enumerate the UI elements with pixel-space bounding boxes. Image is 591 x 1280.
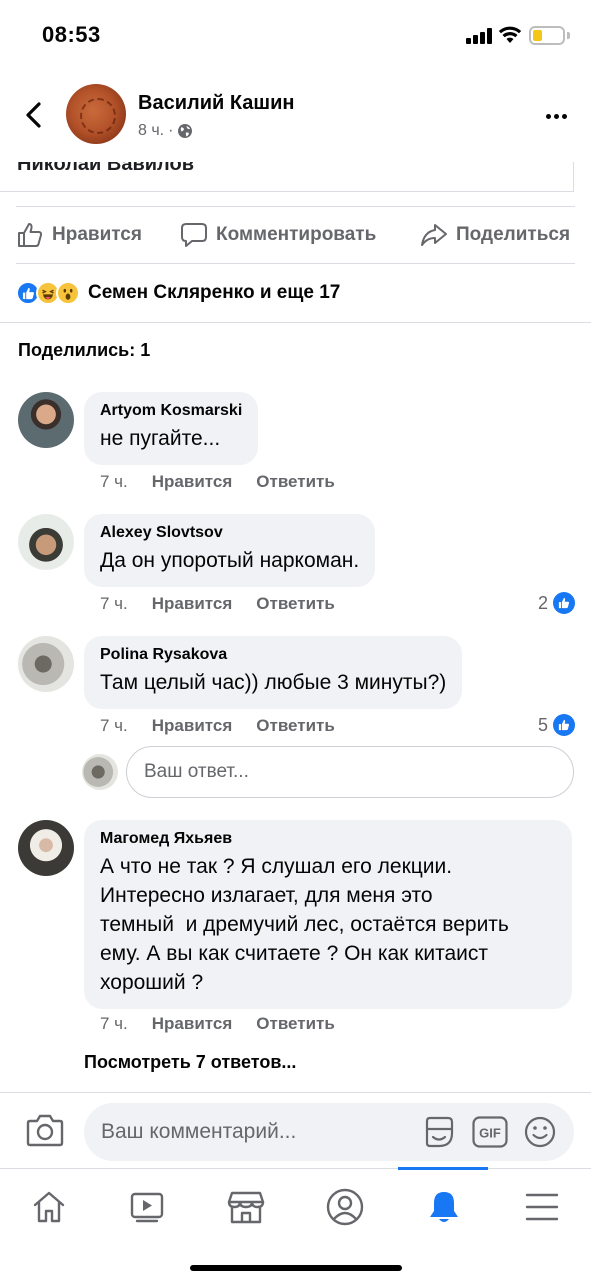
post-fragment[interactable]: Николай Вавилов [0, 162, 591, 194]
comment-reply-link[interactable]: Ответить [256, 716, 335, 736]
commenter-name[interactable]: Polina Rysakova [100, 646, 446, 664]
comment-like-link[interactable]: Нравится [152, 1014, 233, 1034]
share-icon [421, 224, 447, 246]
gif-label: GIF [479, 1126, 501, 1141]
emoji-icon[interactable] [524, 1116, 556, 1148]
comment-time: 7 ч. [100, 594, 128, 613]
nav-active-indicator [398, 1167, 488, 1170]
comment-text-line: ему. А вы как считаете ? Он как китаист [100, 942, 489, 965]
reply-avatar [82, 754, 118, 790]
comment-text: не пугайте... [100, 427, 221, 450]
comment-time: 7 ч. [100, 716, 128, 735]
comment-reply-link[interactable]: Ответить [256, 594, 335, 614]
share-button[interactable]: Поделиться [420, 220, 570, 250]
comment-text: Да он упоротый наркоман. [100, 549, 360, 572]
like-reaction-icon [553, 592, 575, 614]
commenter-name[interactable]: Магомед Яхьяев [100, 830, 556, 848]
comment-reactions[interactable]: 2 [538, 592, 575, 614]
home-icon[interactable] [29, 1187, 69, 1227]
wow-reaction-icon [56, 281, 80, 305]
battery-icon [529, 26, 565, 45]
camera-icon[interactable] [26, 1113, 64, 1147]
comment-reply-link[interactable]: Ответить [256, 1014, 335, 1034]
comment-bubble[interactable]: Магомед Яхьяев А что не так ? Я слушал е… [84, 820, 572, 1009]
battery-tip [567, 32, 570, 39]
author-name[interactable]: Василий Кашин [138, 92, 294, 115]
comment-bubble[interactable]: Artyom Kosmarski не пугайте... [84, 392, 259, 465]
status-bar: 08:53 [0, 0, 591, 70]
comment-time: 7 ч. [100, 472, 128, 491]
comment-button[interactable]: Комментировать [180, 220, 376, 250]
reactions-summary[interactable]: Семен Скляренко и еще 17 [16, 278, 340, 308]
comment-label: Комментировать [216, 224, 377, 245]
like-label: Нравится [52, 224, 142, 245]
comment-icon [181, 223, 207, 247]
bottom-nav [0, 1167, 591, 1280]
comment-bubble[interactable]: Polina Rysakova Там целый час)) любые 3 … [84, 636, 463, 709]
comment-like-count: 2 [537, 592, 548, 613]
post-header: Василий Кашин 8 ч. · [0, 70, 591, 162]
comment-like-link[interactable]: Нравится [152, 472, 233, 492]
comment-composer: Ваш комментарий... GIF [0, 1092, 591, 1168]
globe-icon [178, 124, 193, 138]
comment-like-count: 5 [537, 714, 548, 735]
commenter-name[interactable]: Artyom Kosmarski [100, 402, 242, 420]
comment-meta: 7 ч. Нравится Ответить [100, 472, 335, 492]
commenter-avatar[interactable] [18, 514, 74, 570]
meta-separator: · [168, 122, 174, 139]
menu-icon[interactable] [522, 1187, 562, 1227]
home-indicator [190, 1265, 402, 1271]
view-replies-link[interactable]: Посмотреть 7 ответов... [84, 1052, 296, 1073]
profile-icon[interactable] [325, 1187, 365, 1227]
more-options-button[interactable] [542, 102, 570, 130]
comment-text-line: темный и дремучий лес, остаётся верить [100, 913, 509, 936]
comment-meta: 7 ч. Нравится Ответить [100, 716, 335, 736]
comment-meta: 7 ч. Нравится Ответить [100, 594, 335, 614]
comment-reply-link[interactable]: Ответить [256, 472, 335, 492]
comment-reactions[interactable]: 5 [538, 714, 575, 736]
shares-count[interactable]: Поделились: 1 [18, 340, 150, 361]
notifications-icon[interactable] [424, 1187, 464, 1227]
like-reaction-icon [553, 714, 575, 736]
commenter-avatar[interactable] [18, 392, 74, 448]
comment-input[interactable]: Ваш комментарий... GIF [84, 1103, 574, 1161]
post-actions: Нравится Комментировать Поделиться [0, 206, 591, 264]
commenter-name[interactable]: Alexey Slovtsov [100, 524, 359, 542]
thumbs-up-icon [18, 223, 43, 247]
section-divider [0, 322, 591, 323]
comment-text-line: Интересно излагает, для меня это [100, 884, 433, 907]
comment-input-placeholder: Ваш комментарий... [101, 1120, 297, 1143]
sticker-icon[interactable] [422, 1115, 456, 1149]
comment-text-line: хороший ? [100, 971, 204, 994]
comment-text-line: А что не так ? Я слушал его лекции. [100, 855, 453, 878]
comment-bubble[interactable]: Alexey Slovtsov Да он упоротый наркоман. [84, 514, 376, 587]
marketplace-icon[interactable] [226, 1187, 266, 1227]
post-meta: 8 ч. · [138, 122, 193, 140]
comment-text: Там целый час)) любые 3 минуты?) [100, 671, 447, 694]
comment-like-link[interactable]: Нравится [152, 594, 233, 614]
commenter-avatar[interactable] [18, 820, 74, 876]
share-label: Поделиться [456, 224, 571, 245]
status-time: 08:53 [42, 22, 101, 47]
post-time: 8 ч. [138, 122, 165, 139]
wifi-icon [498, 26, 522, 43]
author-avatar[interactable] [66, 84, 126, 144]
comment-meta: 7 ч. Нравится Ответить [100, 1014, 335, 1034]
commenter-avatar[interactable] [18, 636, 74, 692]
comment-time: 7 ч. [100, 1014, 128, 1033]
post-fragment-text: Николай Вавилов [17, 162, 194, 175]
comment-like-link[interactable]: Нравится [152, 716, 233, 736]
back-button[interactable] [18, 98, 52, 132]
gif-icon[interactable]: GIF [472, 1116, 508, 1148]
watch-icon[interactable] [127, 1187, 167, 1227]
like-button[interactable]: Нравится [16, 220, 142, 250]
reactions-text: Семен Скляренко и еще 17 [88, 282, 341, 303]
signal-icon [466, 28, 492, 44]
reply-input[interactable]: Ваш ответ... [126, 746, 574, 798]
